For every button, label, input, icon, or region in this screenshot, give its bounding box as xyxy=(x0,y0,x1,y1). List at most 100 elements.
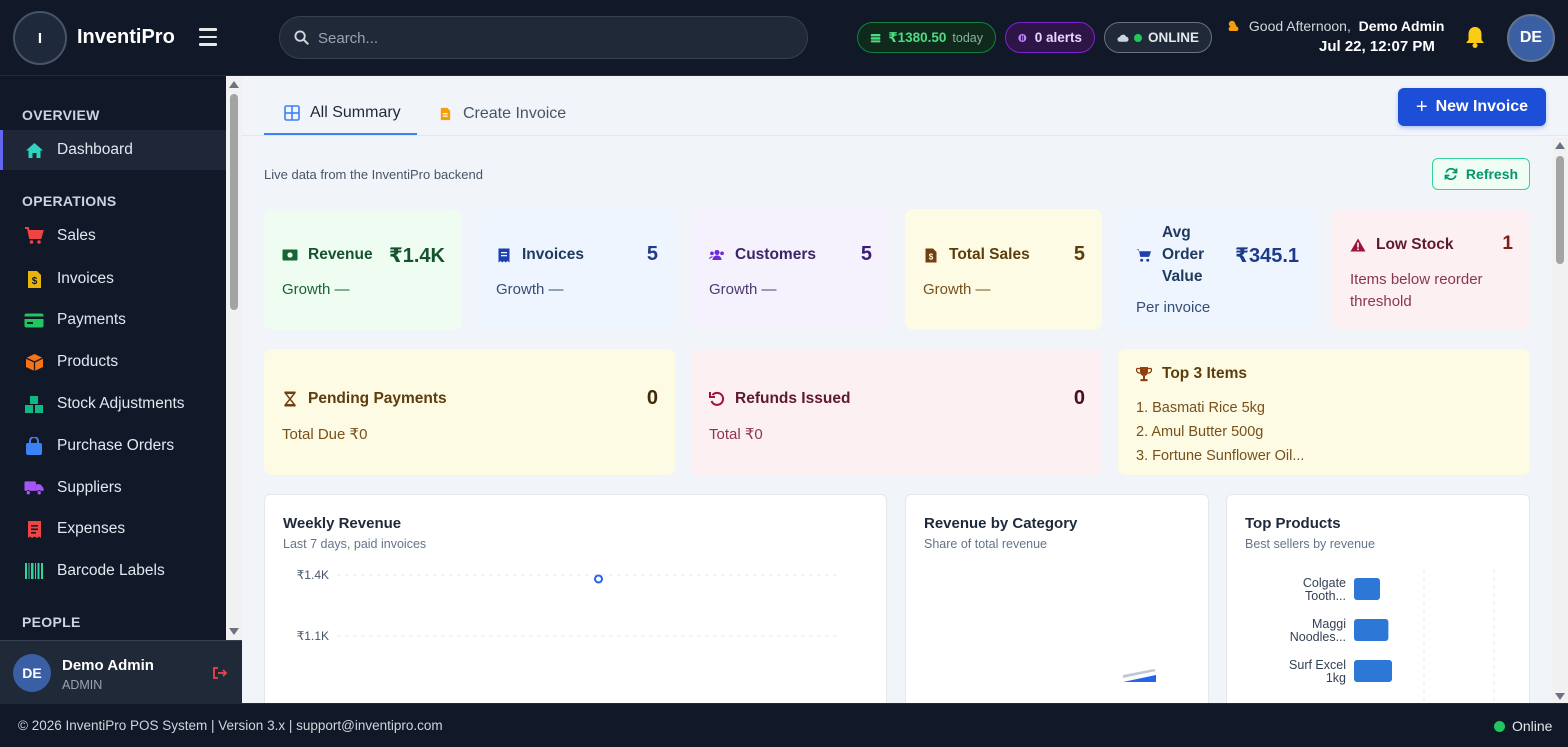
stat-card-avg-order-value[interactable]: Avg Order Value ₹345.1 Per invoice xyxy=(1118,209,1316,330)
sidebar-item-payments[interactable]: Payments xyxy=(0,300,226,340)
avatar[interactable]: DE xyxy=(13,654,51,692)
sidebar-item-label: Sales xyxy=(57,227,96,244)
user-avatar[interactable]: DE xyxy=(1507,14,1555,62)
today-revenue-pill[interactable]: ₹1380.50 today xyxy=(857,22,996,53)
tabs-bar: All Summary Create Invoice + New Invoice xyxy=(242,76,1568,136)
sidebar-item-stock-adjustments[interactable]: Stock Adjustments xyxy=(0,384,226,424)
section-operations: OPERATIONS xyxy=(22,193,117,209)
stat-label-text: Customers xyxy=(735,246,816,263)
stat-value: 5 xyxy=(646,243,658,265)
live-data-note: Live data from the InventiPro backend xyxy=(264,167,483,182)
brand-name[interactable]: InventiPro xyxy=(77,26,175,49)
logo[interactable]: I xyxy=(13,11,67,65)
alerts-pill[interactable]: 0 alerts xyxy=(1005,22,1095,53)
footer-text: © 2026 InventiPro POS System | Version 3… xyxy=(18,718,443,733)
stat-label: $ Total Sales xyxy=(923,246,1030,264)
search-box[interactable] xyxy=(279,16,808,59)
panel-title: Revenue by Category xyxy=(924,515,1078,532)
trophy-icon xyxy=(1136,366,1152,382)
stat-value: ₹1.4K xyxy=(388,245,445,267)
scroll-up-arrow-icon[interactable] xyxy=(229,81,239,88)
cart-icon xyxy=(1136,247,1152,263)
sidebar-item-expenses[interactable]: Expenses xyxy=(0,509,226,549)
stat-label: Customers xyxy=(709,246,816,264)
card-label: Top 3 Items xyxy=(1136,365,1247,383)
barcode-icon xyxy=(24,561,44,581)
svg-text:$: $ xyxy=(929,252,934,261)
online-dot xyxy=(1494,720,1505,732)
footer: © 2026 InventiPro POS System | Version 3… xyxy=(0,703,1568,747)
tab-create-invoice[interactable]: Create Invoice xyxy=(440,92,590,135)
bar xyxy=(1354,660,1392,682)
stat-card-total-sales[interactable]: $ Total Sales 5 Growth — xyxy=(905,209,1102,330)
stat-label: Invoices xyxy=(496,246,584,264)
panel-subtitle: Share of total revenue xyxy=(924,537,1047,551)
sidebar-item-dashboard[interactable]: Dashboard xyxy=(0,130,226,170)
stat-sub: Per invoice xyxy=(1136,299,1211,316)
main-content: All Summary Create Invoice + New Invoice… xyxy=(242,76,1568,703)
stat-sub: Growth — xyxy=(923,281,991,298)
category-label: Maggi xyxy=(1312,617,1346,631)
stat-label-text: Invoices xyxy=(522,246,585,263)
money-stack-icon xyxy=(870,33,881,42)
sidebar-scrollbar[interactable] xyxy=(226,76,242,640)
sidebar-item-label: Invoices xyxy=(57,270,114,287)
sidebar-item-label: Expenses xyxy=(57,520,126,537)
greeting-text: Good Afternoon, xyxy=(1248,18,1351,34)
card-label-text: Refunds Issued xyxy=(735,390,851,407)
scroll-up-arrow-icon[interactable] xyxy=(1555,142,1565,149)
tab-all-summary[interactable]: All Summary xyxy=(264,92,417,135)
bell-icon[interactable] xyxy=(1464,25,1486,49)
stat-card-low-stock[interactable]: Low Stock 1 Items below reorder threshol… xyxy=(1332,209,1530,330)
today-label: today xyxy=(952,30,983,45)
sidebar-item-products[interactable]: Products xyxy=(0,342,226,382)
status-pill[interactable]: ONLINE xyxy=(1104,22,1212,53)
new-invoice-label: New Invoice xyxy=(1435,98,1529,115)
card-label-text: Top 3 Items xyxy=(1162,365,1247,382)
search-input[interactable] xyxy=(318,27,788,49)
card-refunds-issued[interactable]: Refunds Issued 0 Total ₹0 xyxy=(691,349,1102,475)
sidebar-item-label: Barcode Labels xyxy=(57,562,165,579)
scrollbar-thumb[interactable] xyxy=(230,94,238,310)
sidebar-item-label: Purchase Orders xyxy=(57,437,175,454)
tab-label: All Summary xyxy=(310,103,401,121)
card-top-3-items[interactable]: Top 3 Items 1. Basmati Rice 5kg 2. Amul … xyxy=(1118,349,1530,475)
alerts-count: 0 alerts xyxy=(1034,30,1082,45)
scroll-down-arrow-icon[interactable] xyxy=(1555,693,1565,700)
bag-icon xyxy=(24,436,44,456)
stat-card-invoices[interactable]: Invoices 5 Growth — xyxy=(478,209,675,330)
revenue-by-category-chart xyxy=(1123,669,1156,682)
logout-icon[interactable] xyxy=(212,665,228,681)
stat-card-revenue[interactable]: Revenue ₹1.4K Growth — xyxy=(264,209,462,330)
main-scrollbar[interactable] xyxy=(1552,138,1568,703)
user-name: Demo Admin xyxy=(62,657,154,674)
top-products-chart: ColgateTooth... MaggiNoodles... Surf Excel… xyxy=(1289,569,1495,703)
invoice-icon: $ xyxy=(24,269,44,289)
panel-subtitle: Best sellers by revenue xyxy=(1245,537,1375,551)
card-pending-payments[interactable]: Pending Payments 0 Total Due ₹0 xyxy=(264,349,675,475)
undo-icon xyxy=(709,391,725,407)
list-item: 2. Amul Butter 500g xyxy=(1136,424,1264,440)
category-label: Noodles... xyxy=(1290,630,1346,644)
menu-toggle-icon[interactable] xyxy=(199,28,217,46)
refresh-button[interactable]: Refresh xyxy=(1432,158,1530,190)
sidebar-item-barcode-labels[interactable]: Barcode Labels xyxy=(0,551,226,591)
sidebar-item-sales[interactable]: Sales xyxy=(0,216,226,256)
receipt-icon xyxy=(24,519,44,539)
refresh-label: Refresh xyxy=(1465,166,1519,182)
new-invoice-button[interactable]: + New Invoice xyxy=(1398,88,1546,126)
money-icon xyxy=(282,247,298,263)
sidebar-item-purchase-orders[interactable]: Purchase Orders xyxy=(0,426,226,466)
scroll-down-arrow-icon[interactable] xyxy=(229,628,239,635)
sidebar-item-invoices[interactable]: $ Invoices xyxy=(0,259,226,299)
user-role: ADMIN xyxy=(62,678,103,692)
panel-title: Top Products xyxy=(1245,515,1341,532)
top-items-list: 1. Basmati Rice 5kg 2. Amul Butter 500g … xyxy=(1136,396,1304,468)
sidebar-item-label: Stock Adjustments xyxy=(57,395,185,412)
sidebar-item-suppliers[interactable]: Suppliers xyxy=(0,468,226,508)
stat-sub: Growth — xyxy=(282,281,350,298)
scrollbar-thumb[interactable] xyxy=(1556,156,1564,264)
stat-sub: Growth — xyxy=(496,281,564,298)
stat-card-customers[interactable]: Customers 5 Growth — xyxy=(691,209,889,330)
stat-label-text: Revenue xyxy=(308,246,373,263)
